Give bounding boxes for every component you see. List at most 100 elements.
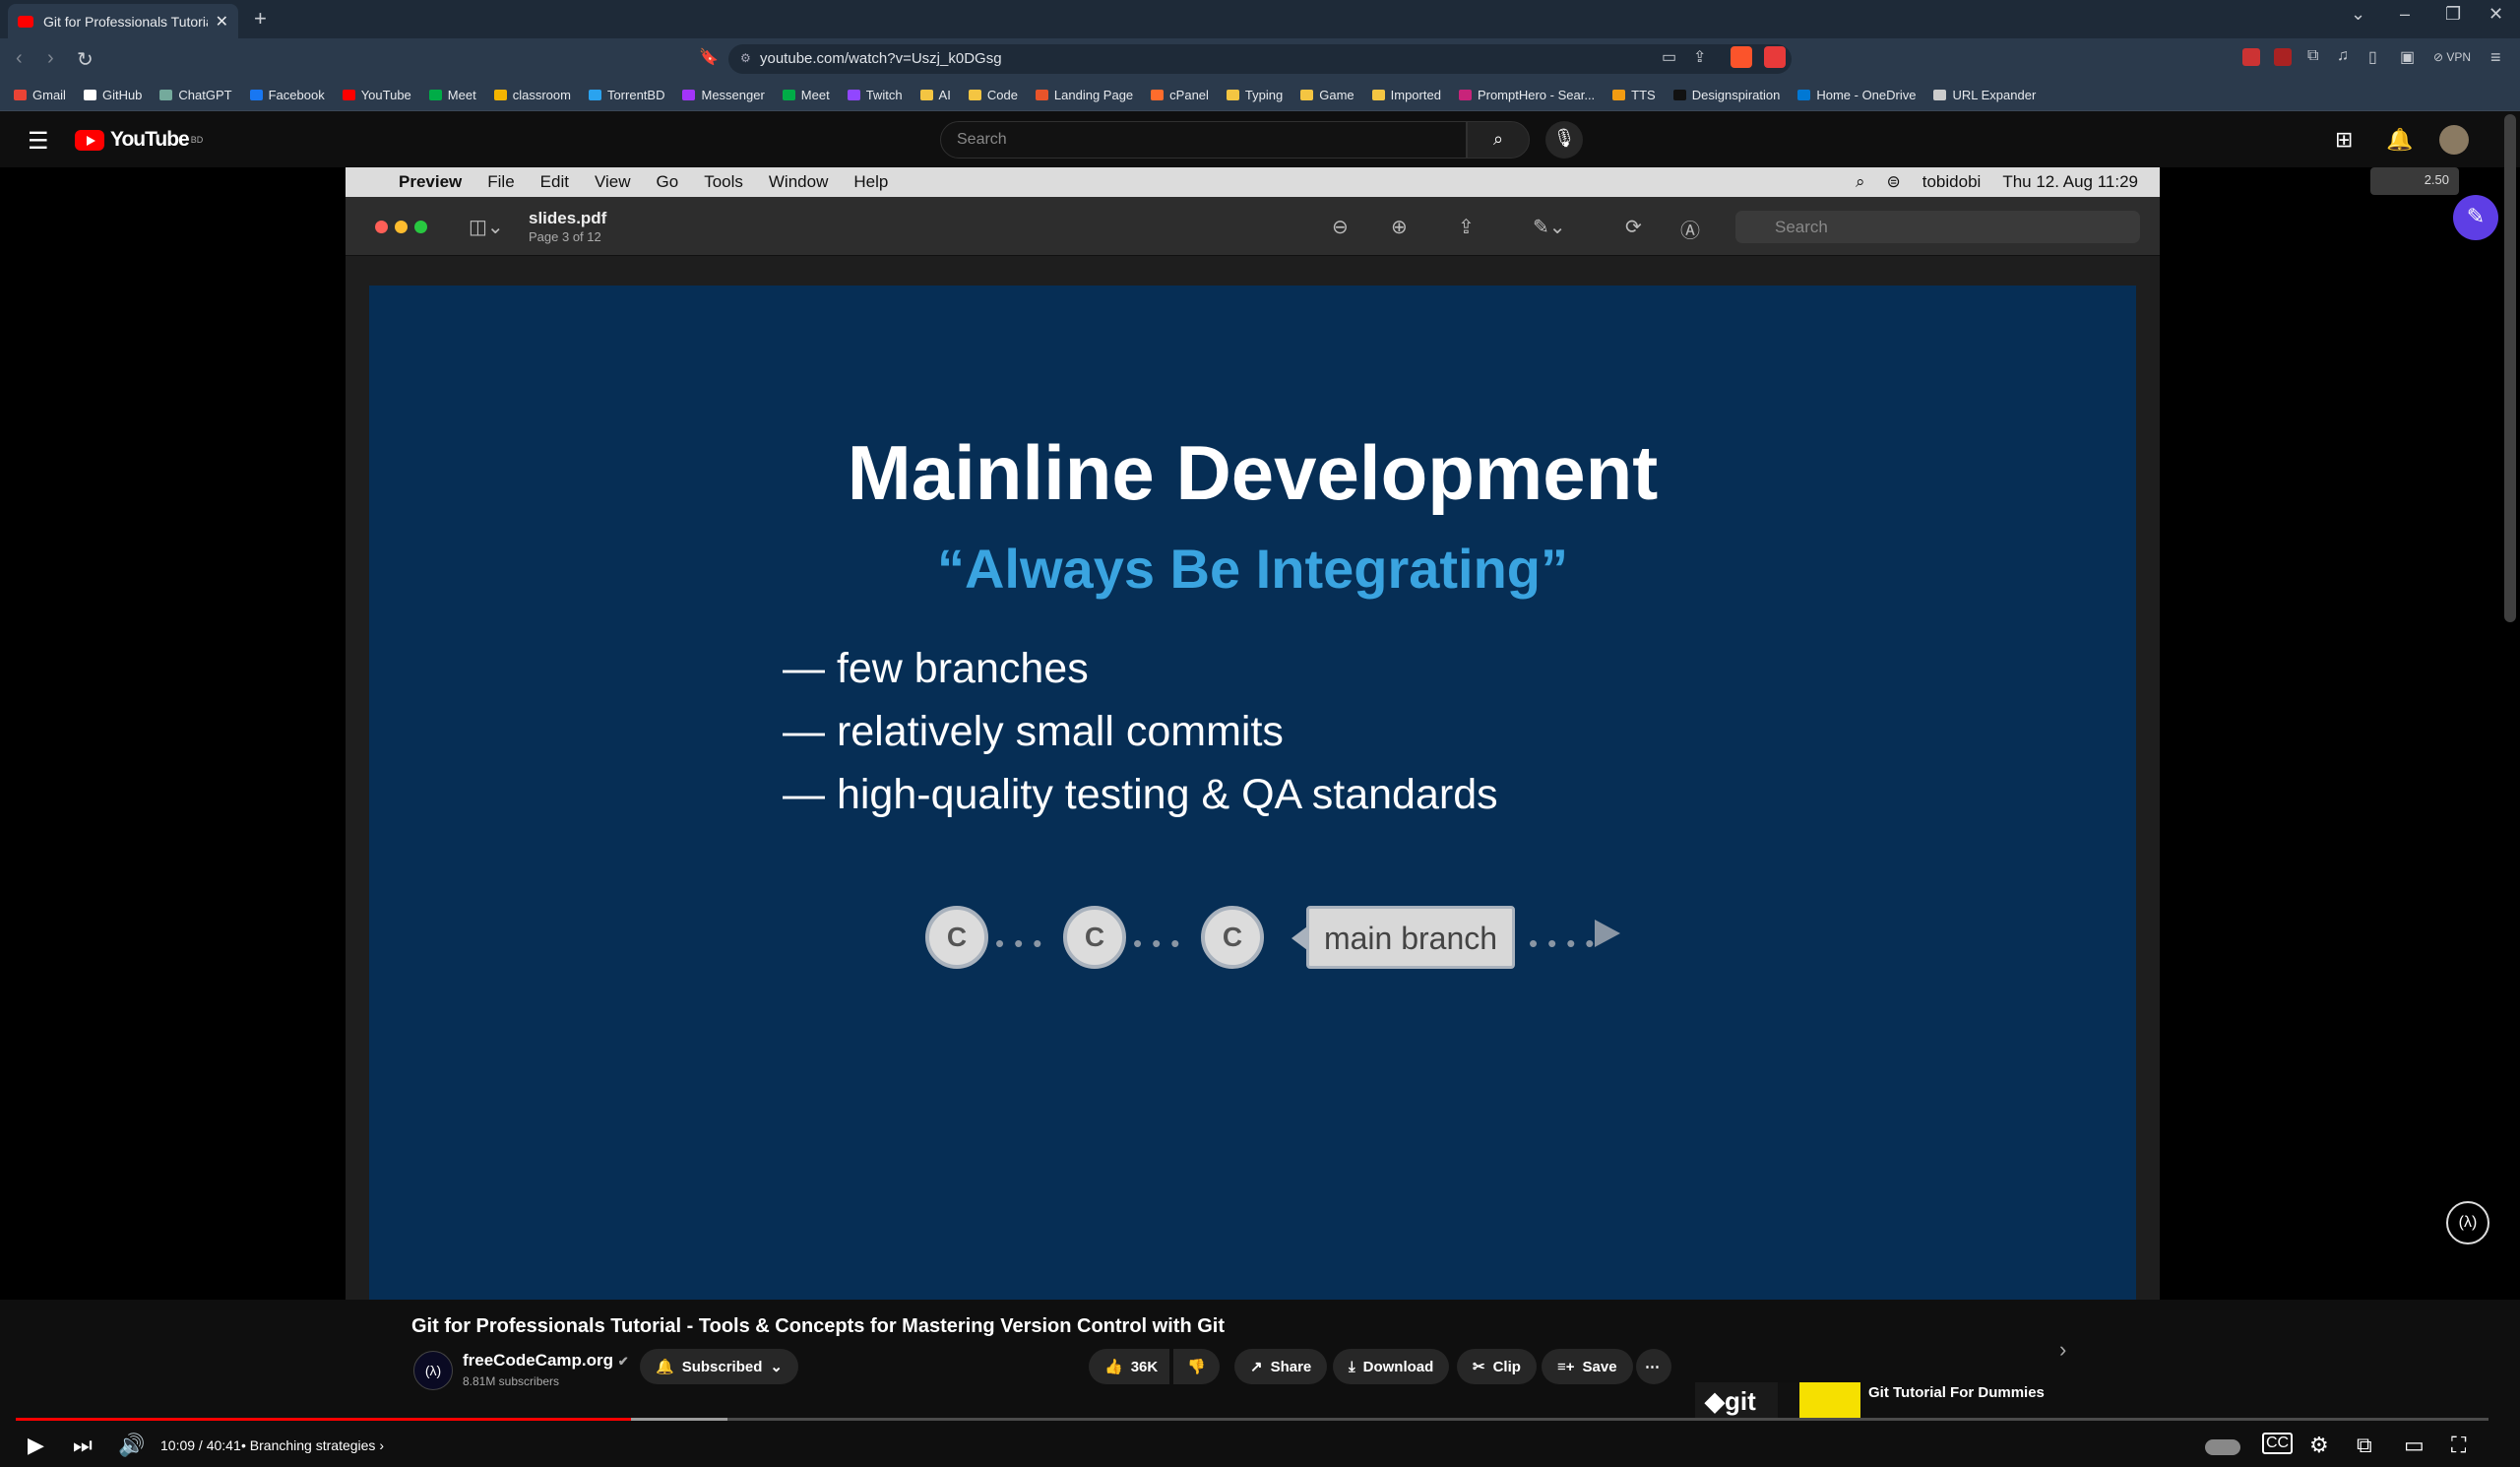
tab-search-chevron-icon[interactable]: ⌄ xyxy=(2351,4,2365,25)
bookmark-item[interactable]: Game xyxy=(1300,88,1354,102)
restore-icon[interactable]: ❐ xyxy=(2445,4,2461,25)
close-tab-icon[interactable]: ✕ xyxy=(216,12,228,32)
bookmark-item[interactable]: YouTube xyxy=(342,88,411,102)
extension-icon[interactable] xyxy=(2274,48,2292,66)
like-button[interactable]: 👍 36K xyxy=(1089,1349,1170,1384)
mac-menu-go[interactable]: Go xyxy=(657,172,679,192)
bookmark-item[interactable]: PromptHero - Sear... xyxy=(1458,88,1595,102)
related-video-thumbnail[interactable]: ◆git xyxy=(1695,1382,1860,1418)
zoom-out-icon[interactable]: ⊖ xyxy=(1332,215,1349,239)
bookmark-item[interactable]: Twitch xyxy=(847,88,903,102)
bookmark-item[interactable]: URL Expander xyxy=(1933,88,2036,102)
zoom-in-icon[interactable]: ⊕ xyxy=(1391,215,1408,239)
mac-menu-edit[interactable]: Edit xyxy=(540,172,569,192)
mac-menu-window[interactable]: Window xyxy=(769,172,828,192)
forward-icon[interactable]: › xyxy=(47,47,54,70)
bookmark-item[interactable]: Gmail xyxy=(14,88,66,102)
next-icon[interactable]: ⏭ xyxy=(73,1433,93,1458)
rotate-icon[interactable]: ⟳ xyxy=(1625,215,1642,239)
search-button[interactable]: ⌕ xyxy=(1467,121,1530,159)
minimize-window-icon[interactable] xyxy=(395,221,408,233)
hamburger-menu-icon[interactable]: ☰ xyxy=(28,127,49,156)
video-player[interactable]: Preview File Edit View Go Tools Window Help ⌕ ⊜… xyxy=(0,167,2520,1457)
browser-tab[interactable]: Git for Professionals Tutorial - T ✕ xyxy=(8,4,238,38)
share-button[interactable]: ↗ Share xyxy=(1234,1349,1328,1384)
miniplayer-icon[interactable]: ⧉ xyxy=(2357,1433,2372,1458)
more-actions-button[interactable]: ⋯ xyxy=(1636,1349,1671,1384)
voice-search-button[interactable]: 🎙 xyxy=(1545,121,1583,159)
speed-badge[interactable]: 2.50 xyxy=(2370,167,2459,195)
bookmark-item[interactable]: Designspiration xyxy=(1672,88,1780,102)
extension-badge-icon[interactable]: ✎ xyxy=(2453,195,2498,240)
captions-icon[interactable]: CC xyxy=(2262,1433,2294,1454)
settings-gear-icon[interactable]: ⚙ xyxy=(2309,1433,2329,1458)
mac-menu-preview[interactable]: Preview xyxy=(399,172,462,192)
dislike-button[interactable]: 👎 xyxy=(1173,1349,1220,1384)
clip-button[interactable]: ✂ Clip xyxy=(1457,1349,1537,1384)
extensions-puzzle-icon[interactable]: ⧉ xyxy=(2307,47,2318,65)
mac-menu-tools[interactable]: Tools xyxy=(704,172,743,192)
bookmark-item[interactable]: Imported xyxy=(1371,88,1441,102)
bookmark-item[interactable]: Typing xyxy=(1226,88,1283,102)
youtube-logo[interactable]: YouTube BD xyxy=(75,128,203,152)
new-tab-icon[interactable]: + xyxy=(254,6,267,32)
vpn-button[interactable]: ⊘ VPN xyxy=(2433,50,2471,64)
back-icon[interactable]: ‹ xyxy=(16,47,23,70)
reload-icon[interactable]: ↻ xyxy=(77,47,94,72)
bookmark-item[interactable]: Landing Page xyxy=(1035,88,1133,102)
mac-menu-file[interactable]: File xyxy=(487,172,514,192)
bookmark-item[interactable]: classroom xyxy=(493,88,571,102)
bookmark-item[interactable]: Code xyxy=(968,88,1018,102)
download-button[interactable]: ⤓ Download xyxy=(1333,1349,1450,1384)
wallet-icon[interactable]: ▣ xyxy=(2400,47,2415,67)
channel-avatar[interactable]: (λ) xyxy=(413,1351,453,1390)
bookmark-item[interactable]: Facebook xyxy=(249,88,325,102)
avatar[interactable] xyxy=(2439,125,2469,155)
close-window-icon[interactable] xyxy=(375,221,388,233)
bookmark-item[interactable]: GitHub xyxy=(83,88,142,102)
share-icon[interactable]: ⇪ xyxy=(1458,215,1475,239)
search-input[interactable]: Search xyxy=(940,121,1467,159)
markup-icon[interactable]: Ⓐ xyxy=(1680,215,1700,243)
bookmark-item[interactable]: ChatGPT xyxy=(159,88,232,102)
control-center-icon[interactable]: ⊜ xyxy=(1887,172,1901,192)
close-window-icon[interactable]: ✕ xyxy=(2488,4,2503,25)
bookmark-item[interactable]: Meet xyxy=(782,88,830,102)
mac-menu-view[interactable]: View xyxy=(595,172,631,192)
related-video-title[interactable]: Git Tutorial For Dummies xyxy=(1868,1384,2045,1401)
bookmark-item[interactable]: cPanel xyxy=(1151,88,1209,102)
browser-menu-icon[interactable]: ≡ xyxy=(2490,47,2501,68)
bookmark-item[interactable]: Messenger xyxy=(682,88,765,102)
share-page-icon[interactable]: ⇪ xyxy=(1693,47,1706,67)
channel-watermark-icon[interactable]: (λ) xyxy=(2446,1201,2489,1244)
theater-mode-icon[interactable]: ▭ xyxy=(2404,1433,2425,1458)
brave-rewards-icon[interactable] xyxy=(1764,46,1786,68)
cast-icon[interactable]: ▭ xyxy=(1662,47,1676,67)
extension-icon[interactable] xyxy=(2242,48,2260,66)
autoplay-toggle[interactable] xyxy=(2205,1439,2240,1455)
bookmark-item[interactable]: AI xyxy=(919,88,951,102)
media-icon[interactable]: ♫ xyxy=(2337,47,2349,65)
chapter-button[interactable]: • Branching strategies › xyxy=(241,1437,384,1453)
site-info-icon[interactable]: ⚙ xyxy=(740,51,751,65)
minimize-icon[interactable]: – xyxy=(2400,4,2410,25)
chevron-right-icon[interactable]: › xyxy=(2059,1337,2066,1363)
zoom-window-icon[interactable] xyxy=(414,221,427,233)
notifications-bell-icon[interactable]: 🔔 xyxy=(2386,127,2413,153)
save-button[interactable]: ≡+ Save xyxy=(1542,1349,1633,1384)
bookmark-item[interactable]: TTS xyxy=(1612,88,1656,102)
subscribed-button[interactable]: 🔔 Subscribed ⌄ xyxy=(640,1349,798,1384)
address-bar[interactable]: ⚙ youtube.com/watch?v=Uszj_k0DGsg xyxy=(728,44,1792,74)
bookmark-item[interactable]: Home - OneDrive xyxy=(1797,88,1916,102)
bookmark-page-icon[interactable]: 🔖 xyxy=(699,47,719,67)
page-scrollbar[interactable] xyxy=(2504,114,2516,622)
create-video-icon[interactable]: ⊞ xyxy=(2335,127,2353,153)
search-icon[interactable]: ⌕ xyxy=(1856,172,1865,192)
play-icon[interactable]: ▶ xyxy=(28,1433,44,1458)
bookmark-item[interactable]: TorrentBD xyxy=(588,88,664,102)
sidebar-toggle-icon[interactable]: ◫⌄ xyxy=(469,215,504,239)
bookmark-item[interactable]: Meet xyxy=(428,88,476,102)
markup-pen-icon[interactable]: ✎⌄ xyxy=(1533,215,1566,239)
volume-icon[interactable]: 🔊 xyxy=(118,1433,145,1458)
mac-menu-help[interactable]: Help xyxy=(853,172,888,192)
